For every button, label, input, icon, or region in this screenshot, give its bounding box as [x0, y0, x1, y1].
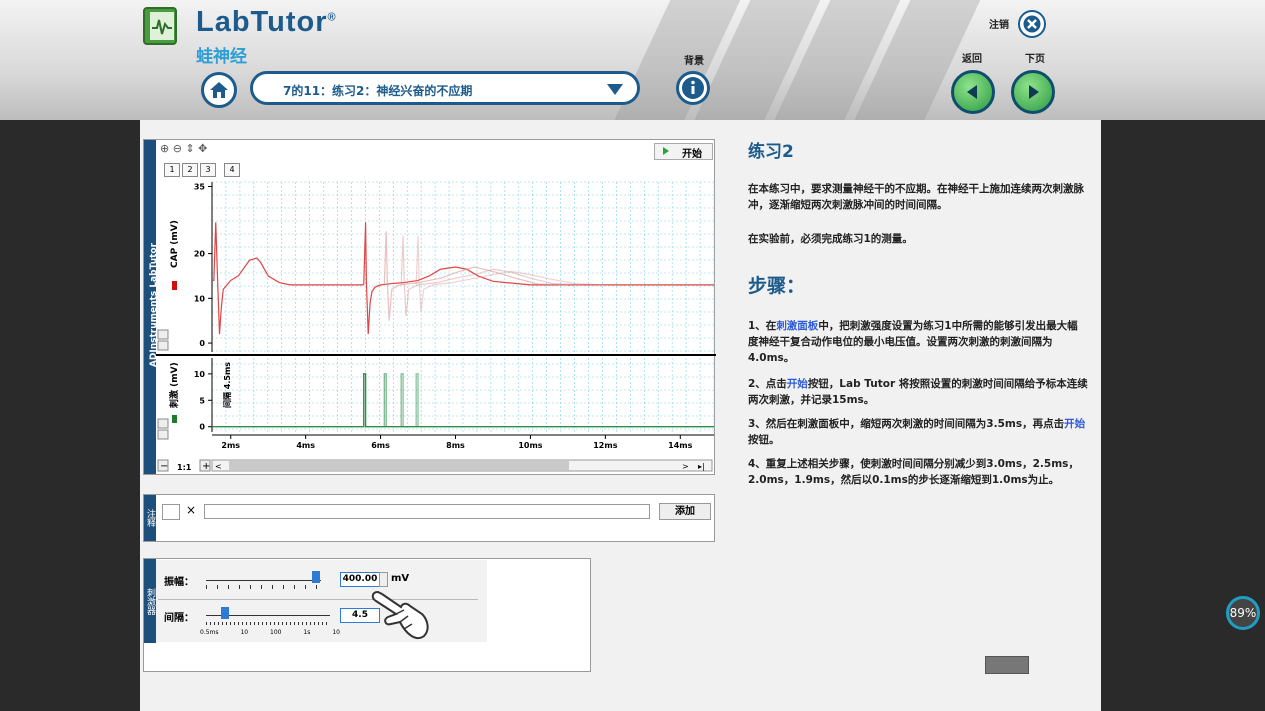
- stim-panel-link[interactable]: 刺激面板: [776, 320, 818, 332]
- logout-button[interactable]: [1018, 10, 1046, 38]
- start-link-2[interactable]: 开始: [1064, 418, 1085, 430]
- start-link[interactable]: 开始: [787, 378, 808, 390]
- prerequisite-note: 在实验前，必须完成练习1的测量。: [748, 233, 913, 245]
- keyboard-icon[interactable]: [985, 656, 1029, 674]
- add-note-button[interactable]: 添加: [659, 503, 711, 520]
- home-icon: [210, 82, 228, 98]
- next-label: 下页: [1025, 54, 1045, 65]
- x-tick-label: 4ms: [296, 441, 315, 450]
- clear-note-button[interactable]: ×: [186, 503, 196, 517]
- scroll-left-icon[interactable]: <: [215, 462, 222, 471]
- cap-channel-marker: [172, 281, 177, 290]
- pointing-hand-icon: [371, 590, 429, 640]
- selector-value: 7的11：练习2：神经兴奋的不应期: [283, 84, 473, 98]
- zoom-ratio: 1:1: [177, 463, 192, 472]
- note-input[interactable]: [204, 504, 650, 519]
- x-tick-label: 14ms: [668, 441, 692, 450]
- chart-panel: ADInstruments LabTutor ⊕ ⊖ ⇕ ✥ 开始 1 2 3 …: [143, 139, 716, 475]
- x-ticks: 2ms 4ms 6ms 8ms 10ms 12ms 14ms: [212, 434, 714, 450]
- module-title: 蛙神经: [196, 47, 247, 67]
- stim-y-tick-label: 0: [199, 423, 205, 432]
- stim-ylabel: 刺激 (mV): [168, 362, 180, 409]
- background-label: 背景: [684, 56, 704, 67]
- background-info-button[interactable]: [676, 71, 710, 105]
- labtutor-logo-icon: [140, 6, 186, 46]
- stim-scale-down-button[interactable]: [157, 429, 169, 440]
- stimulator-side-tab: 刺激器: [144, 559, 156, 643]
- scroll-right-icon[interactable]: >: [682, 462, 689, 471]
- amplitude-ticks: [206, 585, 321, 589]
- back-button[interactable]: [951, 70, 995, 114]
- amplitude-slider-track[interactable]: [206, 580, 321, 581]
- interval-annotation: 间隔 4.5ms: [222, 362, 232, 408]
- arrow-right-icon: [1029, 85, 1039, 99]
- cap-y-tick-label: 35: [194, 182, 206, 191]
- scroll-end-icon[interactable]: ▸|: [698, 462, 705, 471]
- brand-title: LabTutor®: [196, 6, 337, 38]
- stim-y-tick-label: 5: [199, 396, 205, 405]
- exercise-title: 练习2: [748, 142, 794, 162]
- step-1: 1、在刺激面板中，把刺激强度设置为练习1中所需的能够引发出最大幅度神经干复合动作…: [748, 320, 1078, 364]
- notes-side-tab: 注释: [144, 495, 156, 541]
- cap-y-tick-label: 20: [194, 250, 206, 259]
- stim-scale-up-button[interactable]: [157, 418, 169, 429]
- back-label: 返回: [962, 54, 982, 65]
- interval-label: 间隔：: [164, 613, 194, 624]
- scroll-thumb[interactable]: [229, 461, 569, 470]
- next-button[interactable]: [1011, 70, 1055, 114]
- logout-label: 注销: [989, 20, 1009, 31]
- x-tick-label: 8ms: [446, 441, 465, 450]
- interval-slider-handle[interactable]: [221, 607, 229, 619]
- exercise-selector[interactable]: 7的11：练习2：神经兴奋的不应期: [250, 71, 640, 105]
- svg-text:−: −: [160, 461, 168, 472]
- cap-scale-up-button[interactable]: [157, 329, 169, 340]
- amplitude-label: 振幅：: [164, 577, 194, 588]
- step-2: 2、点击开始按钮，Lab Tutor 将按照设置的刺激时间间隔给予标本连续两次刺…: [748, 378, 1088, 406]
- steps-title: 步骤：: [748, 275, 806, 297]
- close-icon: [1023, 15, 1041, 33]
- step-4: 4、重复上述相关步骤，使刺激时间间隔分别减少到3.0ms，2.5ms，2.0ms…: [748, 458, 1079, 486]
- x-tick-label: 6ms: [371, 441, 390, 450]
- cap-chart: CAP (mV) 刺激 (mV) 间隔 4.5ms 0 10 20 35 0 5 10 2m…: [156, 180, 716, 472]
- svg-text:+: +: [202, 461, 210, 472]
- cap-scale-down-button[interactable]: [157, 340, 169, 351]
- y-ticks: 0 10 20 35 0 5 10: [194, 182, 213, 432]
- interval-scale: 0.5ms 10 100 1s 10: [200, 629, 340, 636]
- cap-y-tick-label: 0: [199, 339, 205, 348]
- notes-panel: 注释 × 添加: [143, 494, 715, 542]
- stimulator-panel: 刺激器 振幅： 400.00 mV 间隔： 0.5ms 10 100 1s 10…: [143, 558, 591, 672]
- stim-y-tick-label: 10: [194, 370, 206, 379]
- intro-paragraph: 在本练习中，要求测量神经干的不应期。在神经干上施加连续两次刺激脉冲，逐渐缩短两次…: [748, 183, 1084, 211]
- amplitude-slider-handle[interactable]: [312, 571, 320, 583]
- cap-y-tick-label: 10: [194, 294, 206, 303]
- top-bar: LabTutor® 蛙神经 7的11：练习2：神经兴奋的不应期 背景 注销 返回…: [0, 0, 1265, 120]
- interval-ticks: [206, 622, 330, 625]
- arrow-left-icon: [967, 85, 977, 99]
- x-tick-label: 12ms: [593, 441, 617, 450]
- x-tick-label: 2ms: [221, 441, 240, 450]
- progress-badge: 89%: [1226, 596, 1260, 630]
- step-3: 3、然后在刺激面板中，缩短两次刺激的时间间隔为3.5ms，再点击开始按钮。: [748, 418, 1086, 446]
- info-icon: [682, 77, 704, 99]
- x-tick-label: 10ms: [518, 441, 542, 450]
- note-color-box[interactable]: [162, 504, 180, 520]
- amplitude-unit: mV: [391, 573, 410, 584]
- home-button[interactable]: [201, 72, 237, 108]
- cap-ylabel: CAP (mV): [170, 220, 180, 268]
- stim-channel-marker: [172, 415, 177, 423]
- chevron-down-icon: [607, 84, 623, 95]
